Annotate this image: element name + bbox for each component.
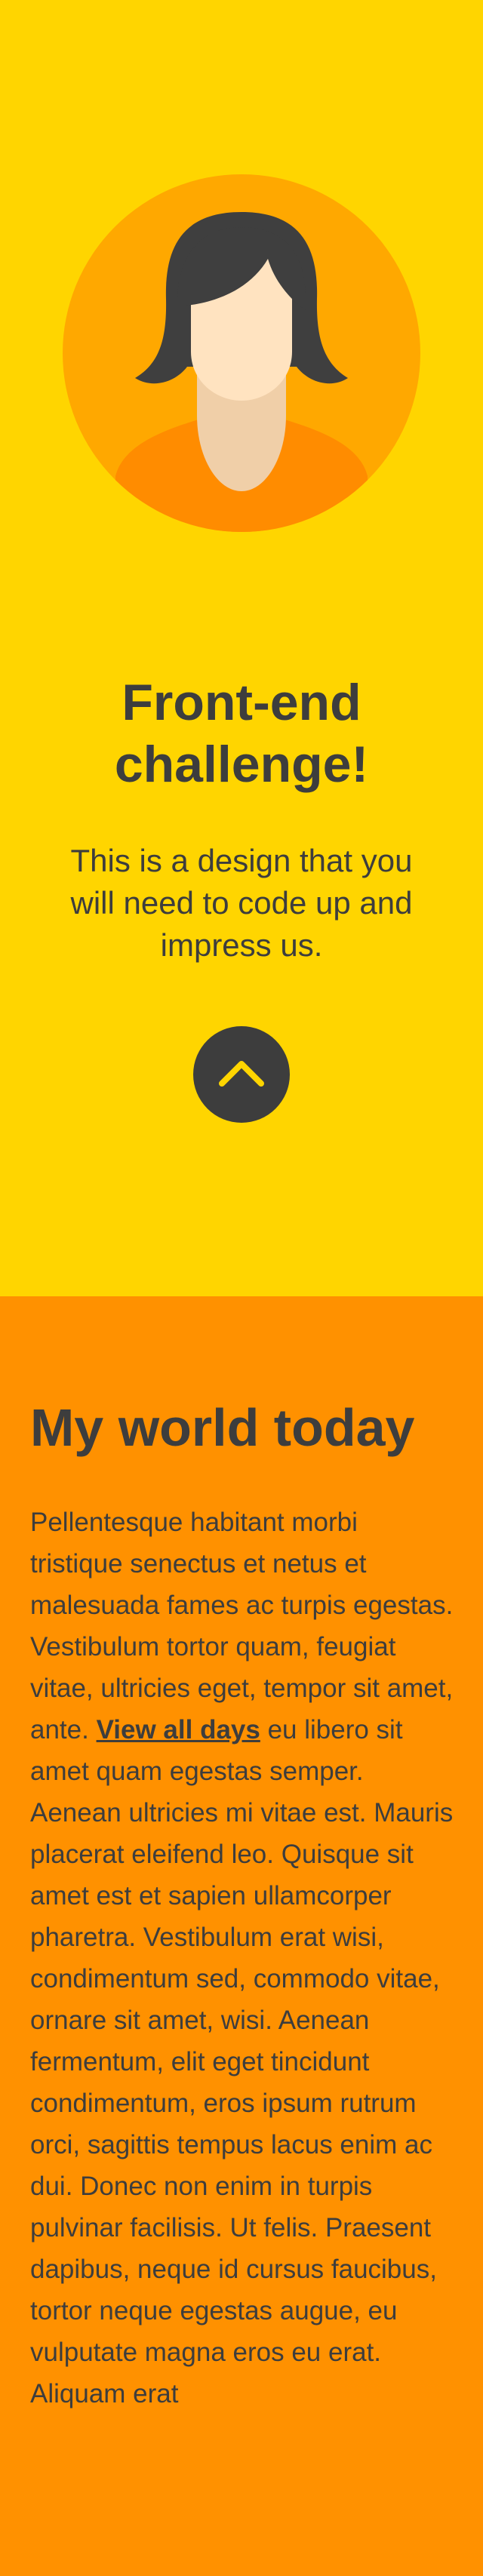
paragraph-text-after-link: eu libero sit amet quam egestas semper. … <box>30 1715 454 2408</box>
hero-title: Front-end challenge! <box>114 674 369 793</box>
scroll-up-button[interactable] <box>193 1026 290 1123</box>
chevron-up-icon <box>219 1061 264 1087</box>
woman-avatar-icon <box>63 174 420 532</box>
paragraph-text-before-link: Pellentesque habitant morbi tristique se… <box>30 1508 454 1744</box>
view-all-days-link[interactable]: View all days <box>97 1715 260 1744</box>
hero-subtitle: This is a design that you will need to c… <box>70 843 413 963</box>
section-title: My world today <box>30 1398 415 1457</box>
hero-section: Front-end challenge! This is a design th… <box>0 0 483 1296</box>
avatar <box>63 174 420 532</box>
my-world-section: My world today Pellentesque habitant mor… <box>0 1296 483 2576</box>
body-paragraph: Pellentesque habitant morbi tristique se… <box>30 1502 457 2415</box>
